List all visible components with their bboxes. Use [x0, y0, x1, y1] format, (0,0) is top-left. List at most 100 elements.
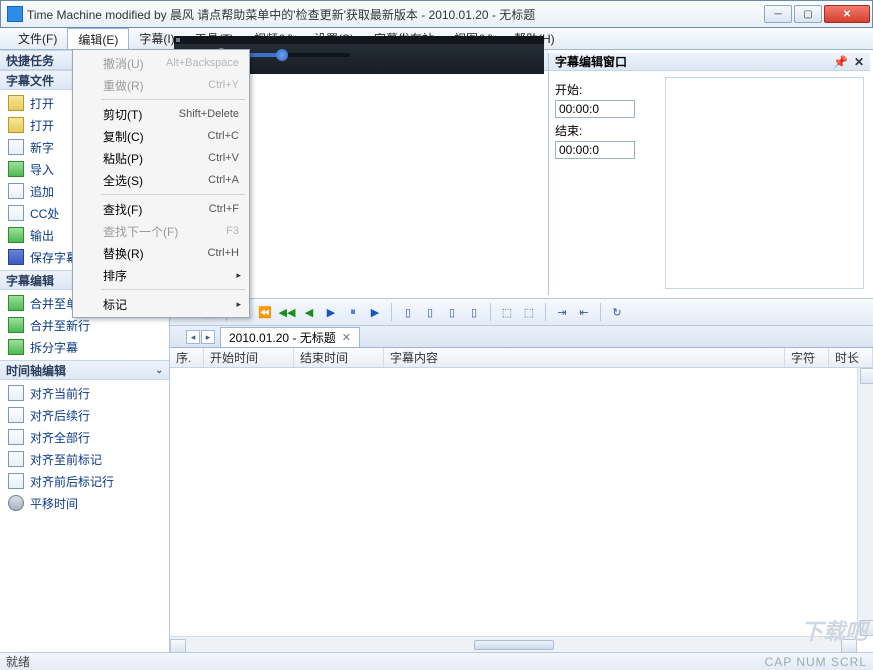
close-button[interactable]: ✕: [824, 5, 870, 23]
end-label: 结束:: [555, 122, 655, 139]
col-dur[interactable]: 时长: [829, 348, 873, 367]
tb-mark-1[interactable]: ▯: [398, 302, 418, 322]
maximize-button[interactable]: ▢: [794, 5, 822, 23]
app-icon: [7, 6, 23, 22]
menu-cut[interactable]: 剪切(T)Shift+Delete: [75, 103, 247, 125]
tb-step-fwd[interactable]: ▶: [365, 302, 385, 322]
split-icon: [8, 339, 24, 355]
window-title: Time Machine modified by 晨风 请点帮助菜单中的'检查更…: [27, 6, 764, 23]
tb-extra-2[interactable]: ⇤: [574, 302, 594, 322]
menu-findnext[interactable]: 查找下一个(F)F3: [75, 220, 247, 242]
tb-mark-3[interactable]: ▯: [442, 302, 462, 322]
col-start[interactable]: 开始时间: [204, 348, 294, 367]
menu-find[interactable]: 查找(F)Ctrl+F: [75, 198, 247, 220]
align-icon: [8, 407, 24, 423]
align-icon: [8, 385, 24, 401]
grid-header: 序. 开始时间 结束时间 字幕内容 字符 时长: [170, 348, 873, 368]
edit-window-title: 字幕编辑窗口: [555, 53, 627, 70]
panel-timeline-edit: 对齐当前行 对齐后续行 对齐全部行 对齐至前标记 对齐前后标记行 平移时间: [0, 380, 169, 516]
folder-icon: [8, 95, 24, 111]
menu-replace[interactable]: 替换(R)Ctrl+H: [75, 242, 247, 264]
tb-region-1[interactable]: ⬚: [497, 302, 517, 322]
start-label: 开始:: [555, 81, 655, 98]
subtitle-grid: 序. 开始时间 结束时间 字幕内容 字符 时长: [170, 348, 873, 652]
tab-close-icon[interactable]: ✕: [342, 331, 351, 344]
export-icon: [8, 227, 24, 243]
menu-mark[interactable]: 标记▸: [75, 293, 247, 315]
merge-icon: [8, 295, 24, 311]
task-align-current[interactable]: 对齐当前行: [0, 382, 169, 404]
tb-pause[interactable]: ⏸: [343, 302, 363, 322]
menu-file[interactable]: 文件(F): [8, 28, 67, 49]
save-icon: [8, 249, 24, 265]
folder-icon: [8, 117, 24, 133]
tb-step-back[interactable]: ◀: [299, 302, 319, 322]
tb-mark-4[interactable]: ▯: [464, 302, 484, 322]
tab-nav-next[interactable]: ▸: [201, 330, 215, 344]
panel-close-icon[interactable]: ✕: [854, 55, 864, 69]
import-icon: [8, 161, 24, 177]
status-bar: 就绪 CAP NUM SCRL: [0, 652, 873, 670]
tb-loop[interactable]: ↻: [607, 302, 627, 322]
tb-skip-back[interactable]: ⏪: [255, 302, 275, 322]
panel-timeline-edit-header[interactable]: 时间轴编辑⌄: [0, 360, 169, 380]
end-time-input[interactable]: [555, 141, 635, 159]
col-seq[interactable]: 序.: [170, 348, 204, 367]
shift-icon: [8, 495, 24, 511]
align-icon: [8, 451, 24, 467]
subtitle-text-area[interactable]: [665, 77, 864, 289]
edit-dropdown: 撤消(U)Alt+Backspace 重做(R)Ctrl+Y 剪切(T)Shif…: [72, 49, 250, 318]
minimize-button[interactable]: ─: [764, 5, 792, 23]
tb-mark-2[interactable]: ▯: [420, 302, 440, 322]
col-chars[interactable]: 字符: [785, 348, 829, 367]
col-end[interactable]: 结束时间: [294, 348, 384, 367]
task-split[interactable]: 拆分字幕: [0, 336, 169, 358]
status-text: 就绪: [6, 653, 30, 670]
menu-undo[interactable]: 撤消(U)Alt+Backspace: [75, 52, 247, 74]
submenu-arrow-icon: ▸: [236, 299, 241, 310]
col-content[interactable]: 字幕内容: [384, 348, 785, 367]
menu-paste[interactable]: 粘贴(P)Ctrl+V: [75, 147, 247, 169]
subtitle-edit-window: 字幕编辑窗口 📌 ✕ 开始: 结束:: [548, 53, 870, 295]
document-icon: [8, 139, 24, 155]
submenu-arrow-icon: ▸: [236, 270, 241, 281]
document-tab[interactable]: 2010.01.20 - 无标题 ✕: [220, 327, 360, 347]
status-indicators: CAP NUM SCRL: [765, 655, 867, 669]
align-icon: [8, 473, 24, 489]
task-align-all[interactable]: 对齐全部行: [0, 426, 169, 448]
grid-body[interactable]: [170, 368, 873, 652]
vertical-scrollbar[interactable]: [857, 368, 873, 636]
seek-bar[interactable]: [174, 36, 544, 44]
window-buttons: ─ ▢ ✕: [764, 5, 870, 23]
playback-toolbar: 📂 📄 ⏮ ⏪ ◀◀ ◀ ▶ ⏸ ▶ ▯ ▯ ▯ ▯ ⬚ ⬚ ⇥ ⇤ ↻: [170, 298, 873, 326]
pin-icon[interactable]: 📌: [833, 55, 848, 69]
right-pane: 📌✕ ▷ 🔊 字幕编辑窗口 📌✕: [170, 50, 873, 652]
tab-nav-prev[interactable]: ◂: [186, 330, 200, 344]
align-icon: [8, 429, 24, 445]
tb-region-2[interactable]: ⬚: [519, 302, 539, 322]
quick-tasks-title: 快捷任务: [6, 52, 54, 69]
horizontal-scrollbar[interactable]: [170, 636, 857, 652]
tb-prev[interactable]: ◀◀: [277, 302, 297, 322]
menu-selectall[interactable]: 全选(S)Ctrl+A: [75, 169, 247, 191]
menu-separator: [101, 289, 245, 290]
menu-sort[interactable]: 排序▸: [75, 264, 247, 286]
menu-edit[interactable]: 编辑(E): [67, 28, 129, 49]
append-icon: [8, 183, 24, 199]
tb-play[interactable]: ▶: [321, 302, 341, 322]
task-align-after[interactable]: 对齐后续行: [0, 404, 169, 426]
start-time-input[interactable]: [555, 100, 635, 118]
menu-copy[interactable]: 复制(C)Ctrl+C: [75, 125, 247, 147]
menu-separator: [101, 194, 245, 195]
volume-slider[interactable]: [240, 53, 350, 57]
document-tabstrip: ◂ ▸ 2010.01.20 - 无标题 ✕: [170, 326, 873, 348]
task-align-prev-mark[interactable]: 对齐至前标记: [0, 448, 169, 470]
merge-icon: [8, 317, 24, 333]
task-align-marks[interactable]: 对齐前后标记行: [0, 470, 169, 492]
tb-extra-1[interactable]: ⇥: [552, 302, 572, 322]
task-shift-time[interactable]: 平移时间: [0, 492, 169, 514]
tab-label: 2010.01.20 - 无标题: [229, 329, 336, 346]
menu-separator: [101, 99, 245, 100]
chevron-icon: ⌄: [155, 365, 163, 376]
menu-redo[interactable]: 重做(R)Ctrl+Y: [75, 74, 247, 96]
